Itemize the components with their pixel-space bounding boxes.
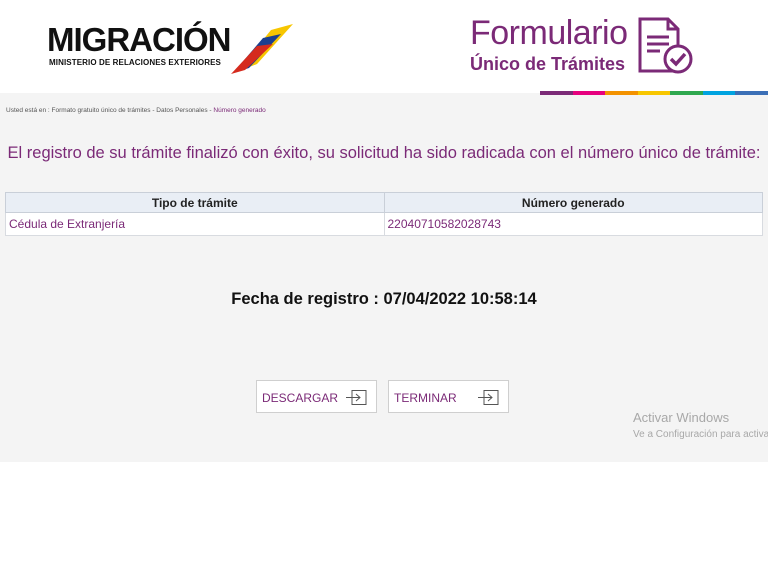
logo-wordmark: MIGRACIÓN <box>47 21 231 58</box>
success-message: El registro de su trámite finalizó con é… <box>7 144 761 162</box>
registration-date: Fecha de registro : 07/04/2022 10:58:14 <box>231 290 537 308</box>
colombia-flag-stripes-icon <box>231 24 293 74</box>
color-bar-segment <box>540 91 573 95</box>
migracion-logo: MIGRACIÓN MINISTERIO DE RELACIONES EXTER… <box>47 22 297 78</box>
logo-subtitle: MINISTERIO DE RELACIONES EXTERIORES <box>49 58 221 67</box>
color-bar-segment <box>637 91 671 95</box>
arrow-into-box-icon <box>478 390 499 405</box>
header: MIGRACIÓN MINISTERIO DE RELACIONES EXTER… <box>0 0 768 95</box>
form-title-sub: Único de Trámites <box>470 54 626 74</box>
column-header-numero: Número generado <box>383 192 763 213</box>
page-content: MIGRACIÓN MINISTERIO DE RELACIONES EXTER… <box>0 0 768 462</box>
table-header-row: Tipo de trámite Número generado <box>5 192 763 213</box>
breadcrumb-path: Usted está en : Formato gratuito único d… <box>6 107 214 114</box>
color-bar-segment <box>702 91 736 95</box>
form-title-main: Formulario <box>470 14 628 52</box>
breadcrumb-current: Número generado <box>213 107 266 114</box>
column-header-tipo: Tipo de trámite <box>5 192 385 213</box>
color-bar-segment <box>605 91 638 95</box>
brand-color-bar <box>540 91 768 95</box>
breadcrumb: Usted está en : Formato gratuito único d… <box>6 107 266 114</box>
result-table: Tipo de trámite Número generado Cédula d… <box>5 192 763 236</box>
color-bar-segment <box>735 91 768 95</box>
form-title: Formulario Único de Trámites <box>470 14 640 80</box>
finish-button-label: TERMINAR <box>394 391 457 405</box>
cell-numero-generado: 22040710582028743 <box>383 212 763 236</box>
color-bar-segment <box>670 91 703 95</box>
table-row: Cédula de Extranjería 22040710582028743 <box>5 212 763 236</box>
finish-button[interactable]: TERMINAR <box>388 380 509 413</box>
arrow-into-box-icon <box>346 390 367 405</box>
activate-windows-watermark: Activar Windows Ve a Configuración para … <box>633 410 768 440</box>
activate-windows-subtitle: Ve a Configuración para activar Windows. <box>633 429 768 440</box>
download-button-label: DESCARGAR <box>262 391 339 405</box>
color-bar-segment <box>572 91 606 95</box>
cell-tipo-tramite: Cédula de Extranjería <box>5 212 385 236</box>
download-button[interactable]: DESCARGAR <box>256 380 377 413</box>
document-check-icon <box>638 17 693 74</box>
activate-windows-title: Activar Windows <box>633 410 730 425</box>
